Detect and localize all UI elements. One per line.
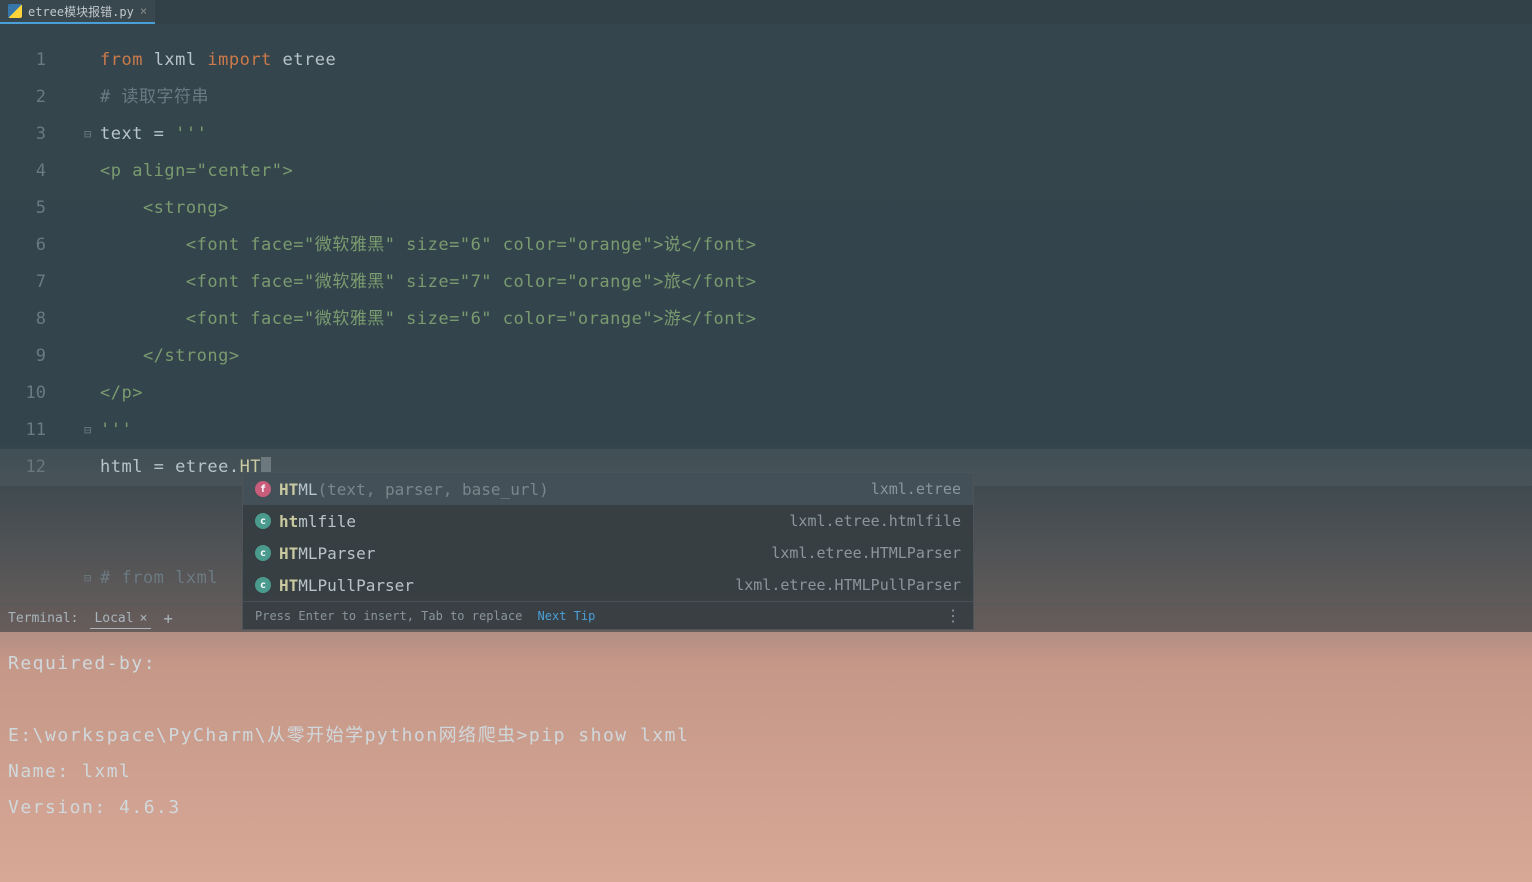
line-number: 1	[0, 42, 46, 79]
line-number: 9	[0, 338, 46, 375]
line-number: 10	[0, 375, 46, 412]
code-line[interactable]: <font face="微软雅黑" size="6" color="orange…	[60, 227, 1532, 264]
autocomplete-hint: Press Enter to insert, Tab to replace	[255, 609, 522, 623]
more-icon[interactable]: ⋮	[945, 606, 961, 625]
code-line[interactable]: <font face="微软雅黑" size="7" color="orange…	[60, 264, 1532, 301]
autocomplete-item[interactable]: f HTML(text, parser, base_url) lxml.etre…	[243, 473, 973, 505]
python-icon	[8, 4, 22, 18]
autocomplete-module: lxml.etree.htmlfile	[789, 512, 961, 530]
function-icon: f	[255, 481, 271, 497]
autocomplete-module: lxml.etree.HTMLPullParser	[735, 576, 961, 594]
terminal-label: Terminal:	[8, 611, 78, 626]
code-line[interactable]: </strong>	[60, 338, 1532, 375]
autocomplete-footer: Press Enter to insert, Tab to replace Ne…	[243, 601, 973, 629]
code-line[interactable]: # 读取字符串	[60, 79, 1532, 116]
autocomplete-popup[interactable]: f HTML(text, parser, base_url) lxml.etre…	[242, 472, 974, 630]
autocomplete-module: lxml.etree.HTMLParser	[771, 544, 961, 562]
code-line[interactable]: </p>	[60, 375, 1532, 412]
next-tip-link[interactable]: Next Tip	[538, 609, 596, 623]
autocomplete-module: lxml.etree	[871, 480, 961, 498]
line-gutter: 1 2 3 4 5 6 7 8 9 10 11 12	[0, 24, 60, 604]
line-number: 7	[0, 264, 46, 301]
tab-filename: etree模块报错.py	[28, 3, 134, 20]
terminal-line: E:\workspace\PyCharm\从零开始学python网络爬虫>pip…	[8, 718, 1524, 754]
code-line[interactable]: <p align="center">	[60, 153, 1532, 190]
line-number: 4	[0, 153, 46, 190]
terminal-output[interactable]: Required-by: E:\workspace\PyCharm\从零开始学p…	[0, 632, 1532, 840]
autocomplete-item[interactable]: c HTMLParser lxml.etree.HTMLParser	[243, 537, 973, 569]
terminal-line: Required-by:	[8, 646, 1524, 682]
code-line[interactable]: <strong>	[60, 190, 1532, 227]
add-terminal-button[interactable]: +	[163, 609, 173, 628]
close-icon[interactable]: ×	[140, 611, 148, 626]
class-icon: c	[255, 577, 271, 593]
class-icon: c	[255, 513, 271, 529]
code-line[interactable]: ⊟text = '''	[60, 116, 1532, 153]
code-line[interactable]: from lxml import etree	[60, 42, 1532, 79]
code-line[interactable]: ⊟'''	[60, 412, 1532, 449]
line-number: 8	[0, 301, 46, 338]
line-number: 11	[0, 412, 46, 449]
fold-icon[interactable]: ⊟	[84, 412, 92, 449]
code-line[interactable]: <font face="微软雅黑" size="6" color="orange…	[60, 301, 1532, 338]
close-icon[interactable]: ×	[140, 4, 147, 18]
terminal-line	[8, 682, 1524, 718]
line-number: 5	[0, 190, 46, 227]
class-icon: c	[255, 545, 271, 561]
terminal-line: Version: 4.6.3	[8, 790, 1524, 826]
file-tab[interactable]: etree模块报错.py ×	[0, 0, 155, 24]
line-number: 2	[0, 79, 46, 116]
autocomplete-item[interactable]: c htmlfile lxml.etree.htmlfile	[243, 505, 973, 537]
autocomplete-item[interactable]: c HTMLPullParser lxml.etree.HTMLPullPars…	[243, 569, 973, 601]
terminal-line: Name: lxml	[8, 754, 1524, 790]
line-number: 3	[0, 116, 46, 153]
tab-bar: etree模块报错.py ×	[0, 0, 1532, 24]
line-number: 6	[0, 227, 46, 264]
fold-icon[interactable]: ⊟	[84, 560, 92, 597]
fold-icon[interactable]: ⊟	[84, 116, 92, 153]
terminal-tab[interactable]: Local ×	[90, 609, 151, 629]
